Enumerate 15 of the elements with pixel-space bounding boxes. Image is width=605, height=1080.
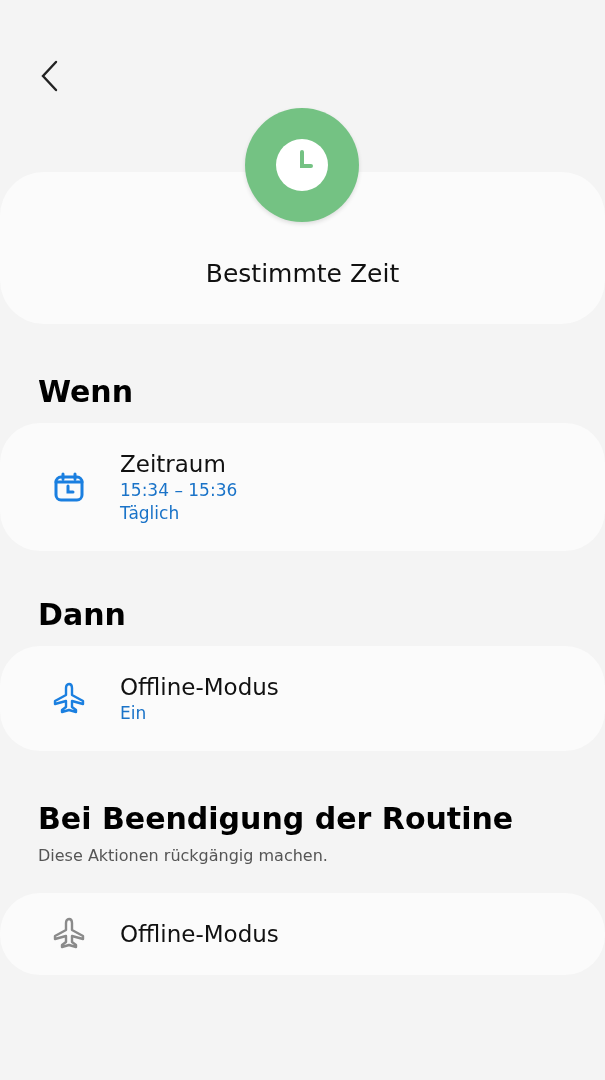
action-detail: Ein [120, 703, 148, 723]
clock-icon [275, 138, 329, 192]
action-title: Offline-Modus [120, 921, 279, 947]
section-heading: Dann [37, 597, 127, 632]
action-title: Offline-Modus [120, 674, 279, 700]
routine-title: Bestimmte Zeit [205, 259, 400, 288]
action-detail: Täglich [120, 503, 181, 523]
action-card[interactable]: Offline-Modus Ein [0, 646, 605, 751]
action-card[interactable]: Offline-Modus [0, 893, 605, 975]
action-title: Zeitraum [120, 451, 227, 477]
action-detail: 15:34 – 15:36 [120, 480, 238, 500]
section-heading: Bei Beendigung der Routine [37, 801, 515, 836]
action-card[interactable]: Zeitraum 15:34 – 15:36 Täglich [0, 423, 605, 551]
section-heading: Wenn [37, 374, 135, 409]
section-subtitle: Diese Aktionen rückgängig machen. [37, 845, 329, 865]
